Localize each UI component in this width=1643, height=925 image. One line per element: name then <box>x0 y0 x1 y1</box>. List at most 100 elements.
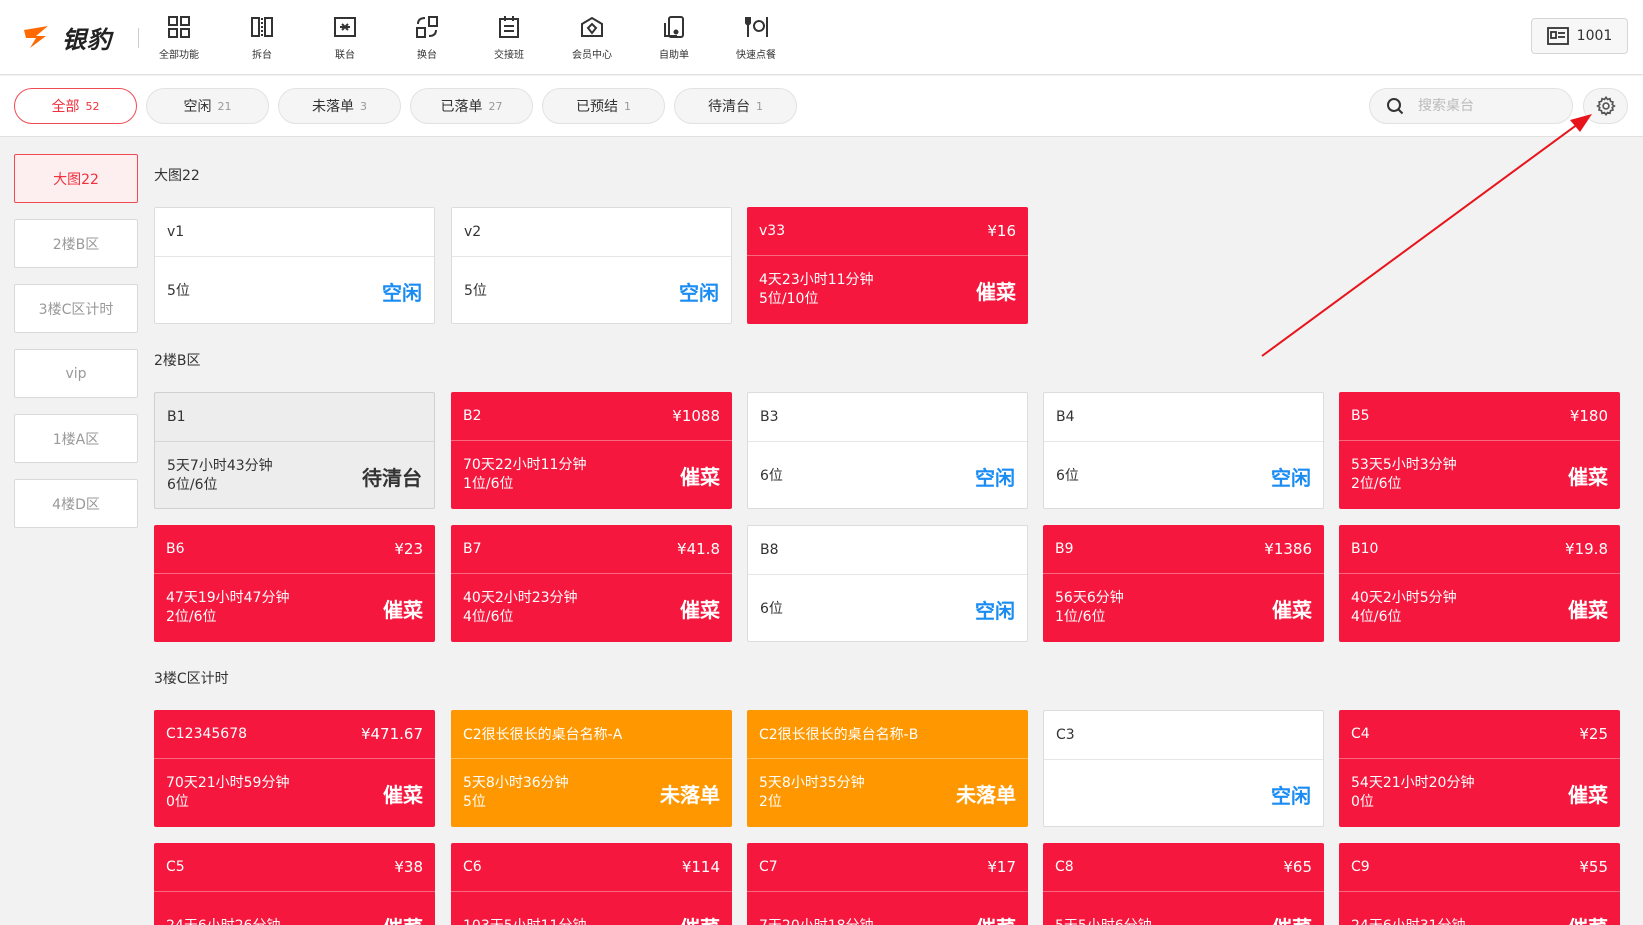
table-card-body: 5天5小时6分钟 催菜 <box>1043 892 1324 925</box>
table-card[interactable]: C2很长很长的桌台名称-A 5天8小时36分钟 5位 未落单 <box>451 710 732 827</box>
table-card[interactable]: C8 ¥65 5天5小时6分钟 催菜 <box>1043 843 1324 925</box>
table-card-header: v2 <box>452 208 731 257</box>
table-card-header: B9 ¥1386 <box>1043 525 1324 574</box>
table-card-body: 40天2小时5分钟 4位/6位 催菜 <box>1339 574 1620 642</box>
settings-button[interactable] <box>1583 88 1628 124</box>
table-card[interactable]: B8 6位 空闲 <box>747 525 1028 642</box>
filter-tab-not-ordered[interactable]: 未落单 3 <box>278 88 401 124</box>
table-card[interactable]: B3 6位 空闲 <box>747 392 1028 509</box>
table-card[interactable]: C6 ¥114 103天5小时11分钟 催菜 <box>451 843 732 925</box>
split-table-icon <box>251 17 273 37</box>
toolbar-split-table[interactable]: 拆台 <box>227 14 297 64</box>
table-card[interactable]: B6 ¥23 47天19小时47分钟 2位/6位 催菜 <box>154 525 435 642</box>
area-label: 大图22 <box>53 171 99 188</box>
filter-tab-pre-settled[interactable]: 已预结 1 <box>542 88 665 124</box>
filter-label: 已预结 <box>576 99 618 115</box>
grid-icon <box>168 16 190 38</box>
table-card-body: 40天2小时23分钟 4位/6位 催菜 <box>451 574 732 642</box>
table-card[interactable]: B10 ¥19.8 40天2小时5分钟 4位/6位 催菜 <box>1339 525 1620 642</box>
table-card-header: v33 ¥16 <box>747 207 1028 256</box>
table-card-body: 53天5小时3分钟 2位/6位 催菜 <box>1339 441 1620 509</box>
app-window: 银豹 全部功能 拆台 联台 换台 交接班 会员中心 自助单 快速点餐 1001 … <box>0 0 1643 925</box>
table-card[interactable]: B9 ¥1386 56天6分钟 1位/6位 催菜 <box>1043 525 1324 642</box>
toolbar-shift-handover[interactable]: 交接班 <box>474 14 544 64</box>
table-card-header: B3 <box>748 393 1027 442</box>
area-item-vip[interactable]: vip <box>14 349 138 398</box>
search-input[interactable] <box>1418 98 1558 114</box>
table-name: C6 <box>463 859 482 875</box>
table-amount: ¥38 <box>394 858 423 876</box>
table-card[interactable]: v33 ¥16 4天23小时11分钟 5位/10位 催菜 <box>747 207 1028 324</box>
table-amount: ¥16 <box>987 222 1016 240</box>
table-status: 催菜 <box>1568 782 1608 807</box>
area-item-big-pic-22[interactable]: 大图22 <box>14 154 138 203</box>
table-card[interactable]: v1 5位 空闲 <box>154 207 435 324</box>
table-status: 催菜 <box>976 279 1016 304</box>
table-duration: 6位 <box>1056 467 1079 484</box>
table-card-header: B7 ¥41.8 <box>451 525 732 574</box>
table-card-header: C5 ¥38 <box>154 843 435 892</box>
area-item-3f-c[interactable]: 3楼C区计时 <box>14 284 138 333</box>
table-name: v2 <box>464 224 482 240</box>
table-info: 7天20小时18分钟 <box>759 917 874 925</box>
table-info: 5天8小时36分钟 5位 <box>463 774 569 812</box>
table-name: C2很长很长的桌台名称-B <box>759 727 919 743</box>
toolbar-all-functions[interactable]: 全部功能 <box>144 14 214 64</box>
filter-tab-free[interactable]: 空闲 21 <box>146 88 269 124</box>
user-account-button[interactable]: 1001 <box>1531 18 1628 54</box>
table-name: C9 <box>1351 859 1370 875</box>
toolbar-quick-order[interactable]: 快速点餐 <box>721 14 791 64</box>
filter-tab-ordered[interactable]: 已落单 27 <box>410 88 533 124</box>
table-card[interactable]: B5 ¥180 53天5小时3分钟 2位/6位 催菜 <box>1339 392 1620 509</box>
table-card-header: C6 ¥114 <box>451 843 732 892</box>
table-card[interactable]: C3 空闲 <box>1043 710 1324 827</box>
table-seats: 0位 <box>166 794 189 810</box>
area-item-2f-b[interactable]: 2楼B区 <box>14 219 138 268</box>
area-item-4f-d[interactable]: 4楼D区 <box>14 479 138 528</box>
table-card[interactable]: B7 ¥41.8 40天2小时23分钟 4位/6位 催菜 <box>451 525 732 642</box>
table-name: B6 <box>166 541 185 557</box>
self-order-icon <box>664 16 684 38</box>
table-card-body: 4天23小时11分钟 5位/10位 催菜 <box>747 256 1028 324</box>
table-info: 5天5小时6分钟 <box>1055 917 1152 925</box>
table-card[interactable]: C2很长很长的桌台名称-B 5天8小时35分钟 2位 未落单 <box>747 710 1028 827</box>
table-card[interactable]: C5 ¥38 24天6小时26分钟 催菜 <box>154 843 435 925</box>
table-info: 103天5小时11分钟 <box>463 917 586 925</box>
logo-divider <box>138 28 139 48</box>
table-name: B7 <box>463 541 482 557</box>
table-card[interactable]: C4 ¥25 54天21小时20分钟 0位 催菜 <box>1339 710 1620 827</box>
table-info: 6位 <box>1056 467 1079 486</box>
id-card-icon <box>1546 27 1569 45</box>
table-card[interactable]: v2 5位 空闲 <box>451 207 732 324</box>
table-card[interactable]: C7 ¥17 7天20小时18分钟 催菜 <box>747 843 1028 925</box>
toolbar-merge-table[interactable]: 联台 <box>310 14 380 64</box>
table-amount: ¥180 <box>1569 407 1608 425</box>
filter-tab-all[interactable]: 全部 52 <box>14 88 137 124</box>
table-card[interactable]: C12345678 ¥471.67 70天21小时59分钟 0位 催菜 <box>154 710 435 827</box>
toolbar-self-order[interactable]: 自助单 <box>639 14 709 64</box>
table-info: 40天2小时5分钟 4位/6位 <box>1351 589 1457 627</box>
toolbar-member-center[interactable]: 会员中心 <box>557 14 627 64</box>
table-amount: ¥41.8 <box>677 540 720 558</box>
area-item-1f-a[interactable]: 1楼A区 <box>14 414 138 463</box>
filter-tab-to-clean[interactable]: 待清台 1 <box>674 88 797 124</box>
table-name: B9 <box>1055 541 1074 557</box>
table-seats: 1位/6位 <box>1055 609 1106 625</box>
table-card-header: B2 ¥1088 <box>451 392 732 441</box>
table-card-body: 6位 空闲 <box>748 575 1027 641</box>
table-duration: 70天22小时11分钟 <box>463 457 587 473</box>
table-card-body: 5天8小时35分钟 2位 未落单 <box>747 759 1028 827</box>
table-amount: ¥471.67 <box>360 725 423 743</box>
search-box <box>1369 88 1573 124</box>
toolbar-swap-table[interactable]: 换台 <box>392 14 462 64</box>
section-title: 3楼C区计时 <box>154 671 229 687</box>
table-card[interactable]: B4 6位 空闲 <box>1043 392 1324 509</box>
table-amount: ¥19.8 <box>1565 540 1608 558</box>
table-card[interactable]: B2 ¥1088 70天22小时11分钟 1位/6位 催菜 <box>451 392 732 509</box>
table-card[interactable]: B1 5天7小时43分钟 6位/6位 待清台 <box>154 392 435 509</box>
area-label: 4楼D区 <box>52 496 100 513</box>
table-info: 24天6小时31分钟 <box>1351 917 1466 925</box>
table-card[interactable]: C9 ¥55 24天6小时31分钟 催菜 <box>1339 843 1620 925</box>
filter-count: 21 <box>217 99 232 113</box>
top-toolbar: 银豹 全部功能 拆台 联台 换台 交接班 会员中心 自助单 快速点餐 1001 <box>0 0 1643 75</box>
